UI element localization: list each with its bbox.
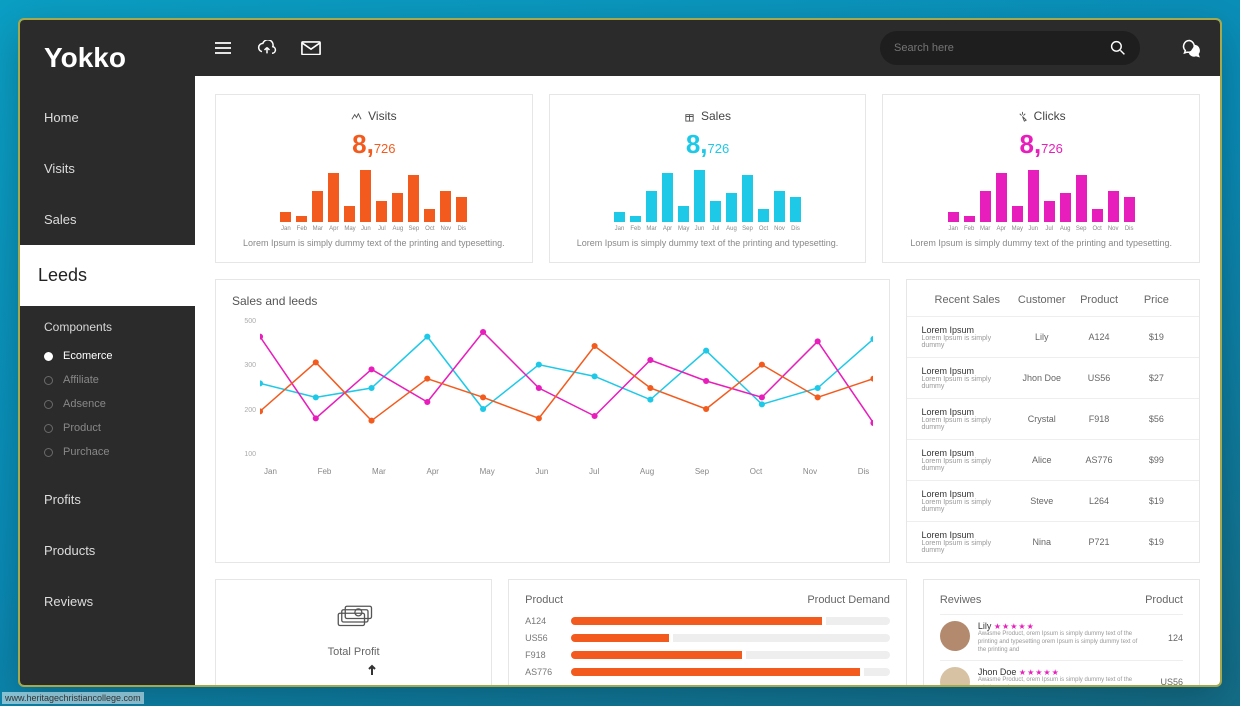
table-row[interactable]: Lorem IpsumLorem Ipsum is simply dummyJh… [907, 357, 1199, 398]
subnav-ecomerce[interactable]: Ecomerce [44, 344, 171, 368]
brand-logo: Yokko [20, 20, 195, 92]
demand-row: A124 [525, 616, 890, 626]
nav-visits[interactable]: Visits [20, 143, 195, 194]
watermark: www.heritagechristiancollege.com [2, 692, 144, 704]
kpi-sales: Sales 8,726 JanFebMarAprMayJunJulAugSepO… [549, 94, 867, 263]
subnav-affiliate[interactable]: Affiliate [44, 368, 171, 392]
demand-row: L264 [525, 684, 890, 685]
demand-row: F918 [525, 650, 890, 660]
mail-icon[interactable] [301, 38, 321, 58]
kpi-row: Visits 8,726 JanFebMarAprMayJunJulAugSep… [215, 94, 1200, 263]
demand-row: AS776 [525, 667, 890, 677]
nav-components-label: Components [20, 306, 195, 344]
kpi-clicks: Clicks 8,726 JanFebMarAprMayJunJulAugSep… [882, 94, 1200, 263]
main: Visits 8,726 JanFebMarAprMayJunJulAugSep… [195, 20, 1220, 685]
review-row[interactable]: Lily ★★★★★Awasme Product, orem Ipsum is … [940, 614, 1183, 660]
avatar [940, 667, 970, 685]
subnav-purchace[interactable]: Purchace [44, 440, 171, 464]
subnav-adsence[interactable]: Adsence [44, 392, 171, 416]
nav-sales[interactable]: Sales [20, 194, 195, 245]
search-box[interactable] [880, 31, 1140, 65]
bottom-row: Total Profit $ 8,726 Lorem Ipsum is simp… [215, 579, 1200, 685]
activity-icon [351, 111, 362, 122]
gift-icon [684, 111, 695, 122]
money-stack-icon [333, 594, 375, 636]
cloud-upload-icon[interactable] [257, 38, 277, 58]
nav-reviews[interactable]: Reviews [20, 576, 195, 627]
content: Visits 8,726 JanFebMarAprMayJunJulAugSep… [195, 76, 1220, 685]
review-row[interactable]: Jhon Doe ★★★★★Awasme Product, orem Ipsum… [940, 660, 1183, 685]
recent-sales-table: Recent Sales Customer Product Price Lore… [906, 279, 1200, 563]
nav-profits[interactable]: Profits [20, 474, 195, 525]
sales-bars [614, 170, 801, 222]
table-row[interactable]: Lorem IpsumLorem Ipsum is simply dummySt… [907, 480, 1199, 521]
kpi-visits: Visits 8,726 JanFebMarAprMayJunJulAugSep… [215, 94, 533, 263]
visits-bars [280, 170, 467, 222]
middle-row: Sales and leeds 500300200100 JanFebMarAp… [215, 279, 1200, 563]
table-row[interactable]: Lorem IpsumLorem Ipsum is simply dummyLi… [907, 316, 1199, 357]
search-input[interactable] [894, 42, 1110, 54]
total-profit-card: Total Profit $ 8,726 Lorem Ipsum is simp… [215, 579, 492, 685]
sidebar: Yokko Home Visits Sales Leeds Components… [20, 20, 195, 685]
table-row[interactable]: Lorem IpsumLorem Ipsum is simply dummyAl… [907, 439, 1199, 480]
app-frame: Yokko Home Visits Sales Leeds Components… [20, 20, 1220, 685]
line-chart-svg [260, 318, 873, 458]
nav-products[interactable]: Products [20, 525, 195, 576]
demand-row: US56 [525, 633, 890, 643]
nav-sublist: Ecomerce Affiliate Adsence Product Purch… [20, 344, 195, 474]
arrow-up-icon [367, 664, 409, 685]
chat-icon[interactable] [1182, 38, 1202, 58]
x-axis-labels: JanFebMarAprMayJunJulAugSepOctNovDis [260, 467, 873, 476]
nav-home[interactable]: Home [20, 92, 195, 143]
table-row[interactable]: Lorem IpsumLorem Ipsum is simply dummyNi… [907, 521, 1199, 562]
sales-leeds-chart: Sales and leeds 500300200100 JanFebMarAp… [215, 279, 890, 563]
clicks-bars [948, 170, 1135, 222]
y-axis-labels: 500300200100 [232, 318, 256, 458]
menu-icon[interactable] [213, 38, 233, 58]
product-demand-card: ProductProduct Demand A124US56F918AS776L… [508, 579, 907, 685]
reviews-card: ReviwesProduct Lily ★★★★★Awasme Product,… [923, 579, 1200, 685]
avatar [940, 621, 970, 651]
topbar [195, 20, 1220, 76]
subnav-product[interactable]: Product [44, 416, 171, 440]
table-row[interactable]: Lorem IpsumLorem Ipsum is simply dummyCr… [907, 398, 1199, 439]
nav-leeds[interactable]: Leeds [20, 245, 195, 306]
click-icon [1017, 111, 1028, 122]
